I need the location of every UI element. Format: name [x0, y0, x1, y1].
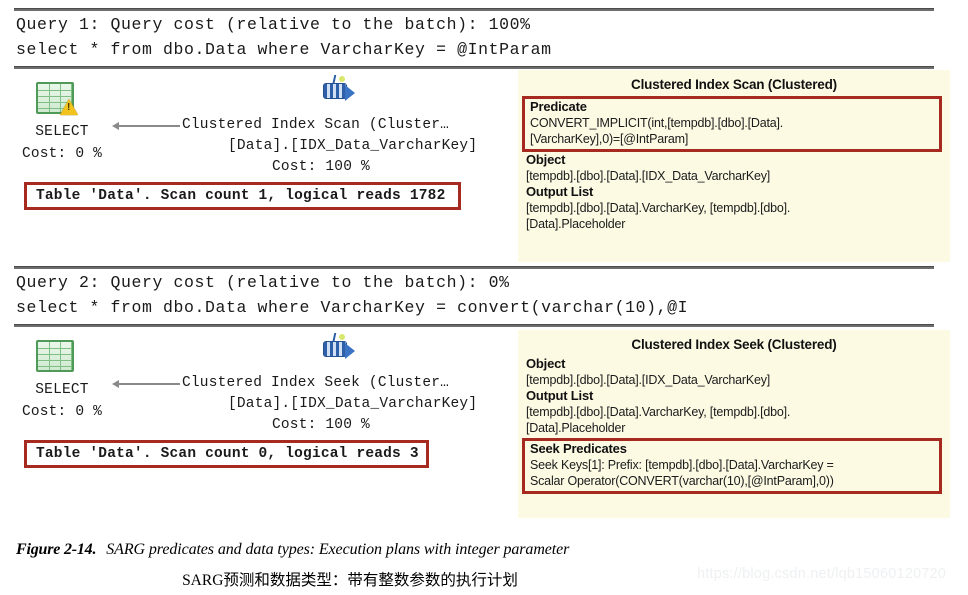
clustered-index-seek-icon — [321, 333, 355, 363]
tooltip2-output-section: Output List [tempdb].[dbo].[Data].Varcha… — [518, 388, 950, 436]
select-node-label-2: SELECT — [35, 382, 89, 398]
scan-node-cost: Cost: 100 % — [272, 159, 370, 175]
tooltip2-output-body: [tempdb].[dbo].[Data].VarcharKey, [tempd… — [526, 405, 791, 435]
select-node-label: SELECT — [35, 124, 89, 140]
query1-header: Query 1: Query cost (relative to the bat… — [16, 15, 531, 34]
query2-sql: select * from dbo.Data where VarcharKey … — [16, 298, 689, 317]
tooltip1-predicate-body: CONVERT_IMPLICIT(int,[tempdb].[dbo].[Dat… — [530, 116, 784, 146]
figure-caption: Figure 2-14. SARG predicates and data ty… — [16, 541, 956, 559]
figure-caption-translation: SARG预测和数据类型：带有整数参数的执行计划 — [182, 572, 518, 589]
figure-number: Figure 2-14. — [16, 541, 97, 558]
tooltip-clustered-index-seek: Clustered Index Seek (Clustered) Object … — [518, 330, 950, 518]
seek-node-line1: Clustered Index Seek (Cluster… — [182, 375, 450, 391]
query1-stats-highlight-box: Table 'Data'. Scan count 1, logical read… — [24, 182, 461, 210]
tooltip1-output-head: Output List — [526, 184, 594, 199]
tooltip1-title: Clustered Index Scan (Clustered) — [631, 77, 837, 92]
tooltip2-output-head: Output List — [526, 388, 594, 403]
tooltip1-predicate-head: Predicate — [530, 99, 587, 114]
tooltip2-object-section: Object [tempdb].[dbo].[Data].[IDX_Data_V… — [518, 356, 950, 388]
tooltip2-object-body: [tempdb].[dbo].[Data].[IDX_Data_VarcharK… — [526, 373, 771, 387]
query2-stats-text: Table 'Data'. Scan count 0, logical read… — [36, 446, 419, 462]
tooltip2-object-head: Object — [526, 356, 566, 371]
tooltip2-seek-predicates-highlight: Seek Predicates Seek Keys[1]: Prefix: [t… — [522, 438, 942, 494]
select-node-cost: Cost: 0 % — [21, 146, 103, 162]
divider-top — [14, 8, 934, 11]
select-node-cost-2: Cost: 0 % — [21, 404, 103, 420]
tooltip2-title: Clustered Index Seek (Clustered) — [631, 337, 837, 352]
divider-query1-plan — [14, 66, 934, 69]
tooltip1-object-head: Object — [526, 152, 566, 167]
seek-node-line2: [Data].[IDX_Data_VarcharKey] — [228, 396, 478, 412]
seek-node-cost: Cost: 100 % — [272, 417, 370, 433]
query2-header: Query 2: Query cost (relative to the bat… — [16, 273, 510, 292]
query2-stats-highlight-box: Table 'Data'. Scan count 0, logical read… — [24, 440, 429, 468]
query1-sql: select * from dbo.Data where VarcharKey … — [16, 40, 552, 59]
figure-page: Query 1: Query cost (relative to the bat… — [0, 0, 968, 595]
watermark-url: https://blog.csdn.net/lqb15060120720 — [697, 566, 947, 582]
tooltip1-object-section: Object [tempdb].[dbo].[Data].[IDX_Data_V… — [518, 152, 950, 184]
tooltip1-object-body: [tempdb].[dbo].[Data].[IDX_Data_VarcharK… — [526, 169, 771, 183]
plan-connector-arrow — [112, 122, 180, 130]
scan-node-line1: Clustered Index Scan (Cluster… — [182, 117, 450, 133]
plan-connector-arrow-2 — [112, 380, 180, 388]
select-result-warning-icon: ! — [36, 82, 78, 115]
tooltip-clustered-index-scan: Clustered Index Scan (Clustered) Predica… — [518, 70, 950, 262]
query1-stats-text: Table 'Data'. Scan count 1, logical read… — [36, 188, 446, 204]
divider-query2 — [14, 266, 934, 269]
scan-node-line2: [Data].[IDX_Data_VarcharKey] — [228, 138, 478, 154]
tooltip2-seek-body: Seek Keys[1]: Prefix: [tempdb].[dbo].[Da… — [530, 458, 834, 488]
divider-query2-plan — [14, 324, 934, 327]
clustered-index-scan-icon — [321, 75, 355, 105]
execution-plan-1: ! SELECT Cost: 0 % Clustered Index Scan … — [0, 72, 510, 262]
execution-plan-2: SELECT Cost: 0 % Clustered Index Seek (C… — [0, 330, 510, 520]
tooltip1-output-body: [tempdb].[dbo].[Data].VarcharKey, [tempd… — [526, 201, 791, 231]
tooltip1-output-section: Output List [tempdb].[dbo].[Data].Varcha… — [518, 184, 950, 232]
tooltip2-seek-head: Seek Predicates — [530, 441, 627, 456]
tooltip1-predicate-highlight: Predicate CONVERT_IMPLICIT(int,[tempdb].… — [522, 96, 942, 152]
figure-caption-text: SARG predicates and data types: Executio… — [106, 541, 570, 558]
select-result-icon — [36, 340, 74, 372]
